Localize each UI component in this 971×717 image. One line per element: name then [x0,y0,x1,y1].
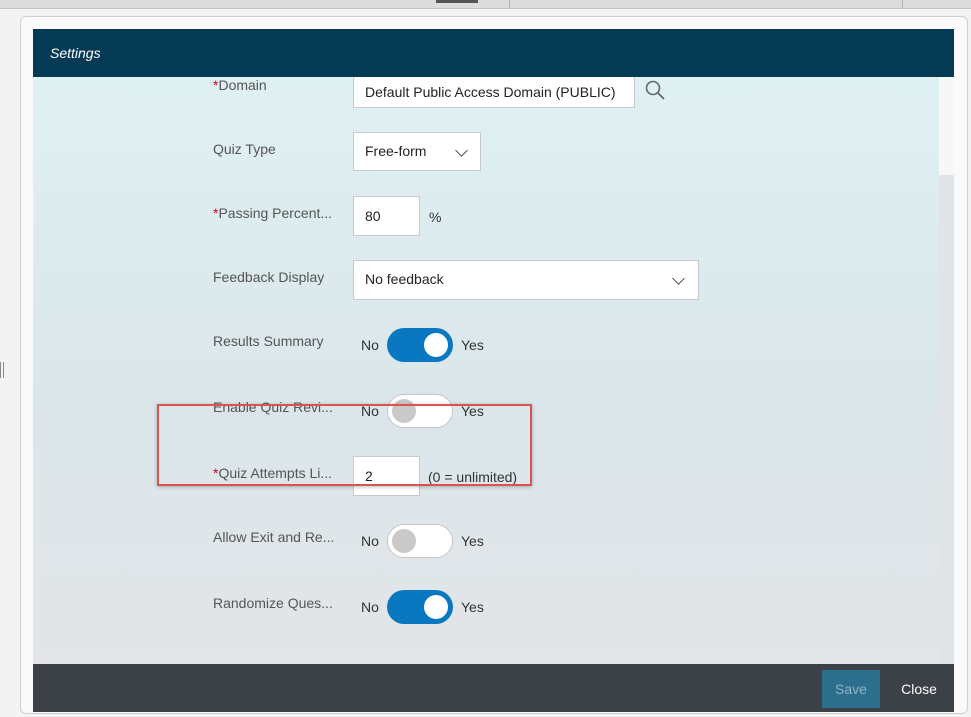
randomize-questions-label: Randomize Ques... [213,595,333,611]
allow-exit-no: No [361,533,379,549]
passing-percent-label: *Passing Percent... [213,205,340,221]
annotation-highlight-box [157,404,532,486]
toggle-knob [424,595,448,619]
dialog-title: Settings [50,45,101,61]
resize-handle[interactable] [0,362,4,378]
dialog-footer: Save Close [33,664,954,712]
dialog-body: *Domain Default Public Access Domain (PU… [33,77,939,664]
browser-tab-indicator[interactable] [436,0,478,3]
randomize-questions-toggle[interactable] [387,590,453,624]
toggle-knob [424,333,448,357]
domain-field[interactable]: Default Public Access Domain (PUBLIC) [353,77,635,108]
results-summary-label: Results Summary [213,333,324,349]
feedback-display-select[interactable]: No feedback [353,260,699,300]
toggle-knob [392,529,416,553]
chevron-down-icon [672,272,685,285]
toolbar-divider [902,0,903,8]
randomize-questions-yes: Yes [461,599,484,615]
domain-value: Default Public Access Domain (PUBLIC) [365,84,616,100]
results-summary-yes: Yes [461,337,484,353]
feedback-display-label: Feedback Display [213,269,325,285]
close-button[interactable]: Close [891,670,947,708]
passing-percent-label-text: Passing Percent... [218,205,333,221]
quiz-type-select[interactable]: Free-form [353,132,481,171]
settings-dialog: Settings *Domain Default Public Access D… [33,29,954,712]
toolbar-divider [509,0,510,8]
passing-percent-input[interactable]: 80 [353,196,420,236]
passing-percent-value: 80 [365,208,381,224]
allow-exit-toggle[interactable] [387,524,453,558]
percent-unit: % [429,209,442,225]
randomize-questions-no: No [361,599,379,615]
vertical-scrollbar[interactable] [939,77,954,664]
scrollbar-thumb[interactable] [939,77,954,175]
search-icon[interactable] [644,79,666,101]
allow-exit-yes: Yes [461,533,484,549]
dialog-header: Settings [33,29,954,77]
allow-exit-label: Allow Exit and Re... [213,529,335,545]
quiz-type-label: Quiz Type [213,141,276,157]
feedback-display-value: No feedback [365,271,444,287]
domain-label-text: Domain [218,77,267,93]
chevron-down-icon [455,144,468,157]
save-button[interactable]: Save [822,670,880,708]
browser-top-bar [0,0,971,9]
quiz-type-value: Free-form [365,143,427,159]
results-summary-no: No [361,337,379,353]
results-summary-toggle[interactable] [387,328,453,362]
domain-label: *Domain [213,77,340,93]
